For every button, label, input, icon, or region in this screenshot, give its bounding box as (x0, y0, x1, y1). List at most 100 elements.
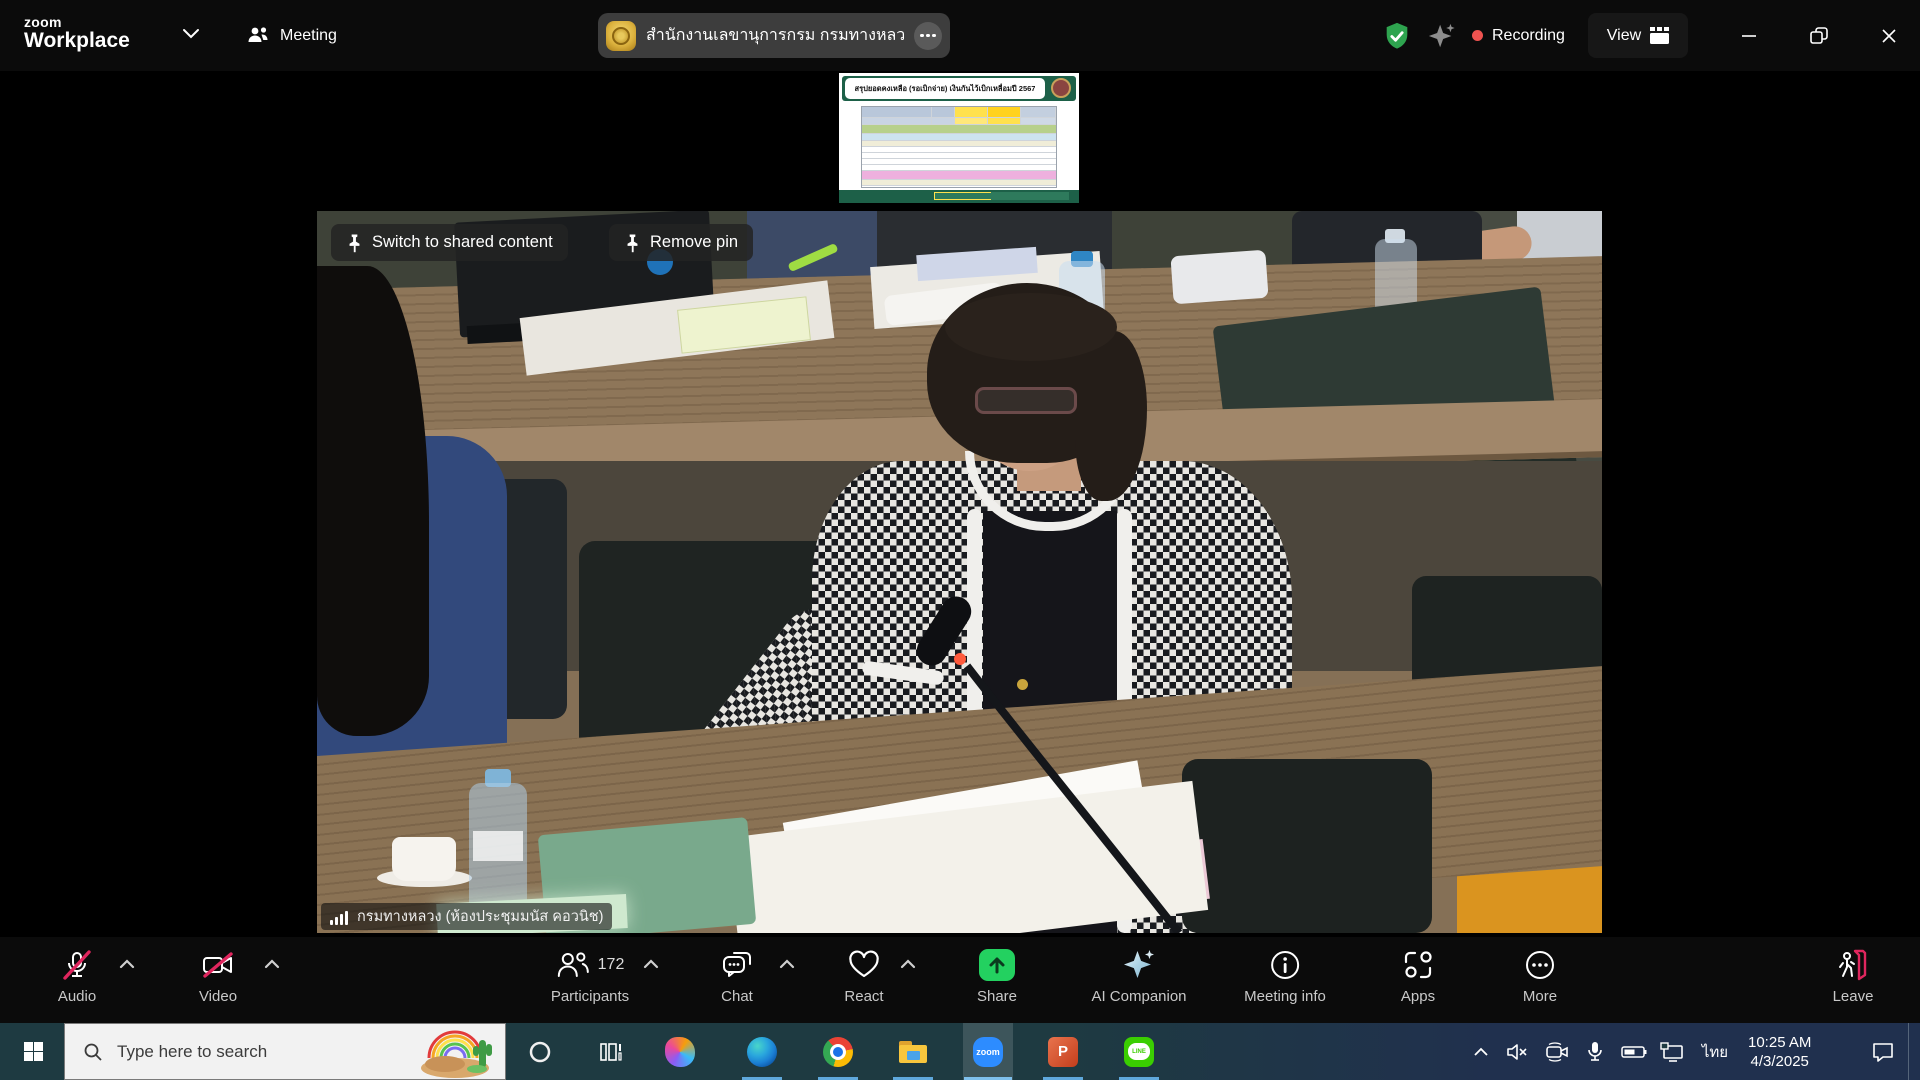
search-icon (83, 1042, 103, 1062)
meeting-tab-label: Meeting (280, 27, 337, 45)
participants-label: Participants (551, 988, 629, 1005)
participant-name-text: กรมทางหลวง (ห้องประชุมมนัส คอวนิช) (357, 905, 603, 928)
video-label: Video (199, 988, 237, 1005)
pin-icon (624, 233, 641, 253)
close-button[interactable] (1866, 0, 1912, 71)
leave-icon (1835, 947, 1871, 983)
participants-icon (556, 950, 590, 980)
slide-footer-chip2 (991, 192, 1069, 200)
share-icon (979, 949, 1015, 981)
meeting-info-label: Meeting info (1244, 988, 1326, 1005)
audio-label: Audio (58, 988, 96, 1005)
taskbar-powerpoint-icon[interactable]: P (1038, 1023, 1088, 1080)
info-icon (1269, 947, 1301, 983)
camera-off-icon (201, 947, 235, 983)
leave-button[interactable]: Leave (1823, 947, 1883, 1005)
taskbar-explorer-icon[interactable] (888, 1023, 938, 1080)
microphone (317, 211, 1602, 933)
switch-to-shared-content-button[interactable]: Switch to shared content (331, 224, 568, 261)
slide-title: สรุปยอดคงเหลือ (รอเบิกจ่าย) เงินกันไว้เบ… (855, 83, 1036, 95)
tray-network-icon[interactable] (1652, 1023, 1692, 1080)
tray-date: 4/3/2025 (1751, 1052, 1809, 1071)
shared-content-more-button[interactable] (914, 22, 942, 50)
ai-sparkle-icon[interactable] (1427, 21, 1457, 51)
share-button[interactable]: Share (967, 947, 1027, 1005)
remove-pin-label: Remove pin (650, 233, 738, 252)
search-input[interactable] (115, 1041, 415, 1063)
view-label: View (1607, 27, 1641, 45)
audio-button[interactable]: Audio (47, 947, 107, 1005)
more-button[interactable]: More (1510, 947, 1570, 1005)
cortana-button[interactable] (515, 1023, 565, 1080)
tray-volume-muted-icon[interactable] (1498, 1023, 1536, 1080)
participants-button[interactable]: 172 Participants (551, 947, 629, 1005)
windows-taskbar: zoom P LINE (0, 1023, 1920, 1080)
switch-to-shared-content-label: Switch to shared content (372, 233, 553, 252)
search-daily-image[interactable] (415, 1024, 503, 1079)
taskbar-line-icon[interactable]: LINE (1114, 1023, 1164, 1080)
minimize-button[interactable] (1726, 0, 1772, 71)
shared-content-title: สำนักงานเลขานุการกรม กรมทางหลวง (646, 23, 904, 48)
tray-battery-icon[interactable] (1614, 1023, 1654, 1080)
remove-pin-button[interactable]: Remove pin (609, 224, 753, 261)
share-label: Share (977, 988, 1017, 1005)
more-icon (1524, 947, 1556, 983)
react-button[interactable]: React (834, 947, 894, 1005)
tray-clock[interactable]: 10:25 AM 4/3/2025 (1748, 1023, 1811, 1080)
chat-label: Chat (721, 988, 753, 1005)
shared-content-thumbnail[interactable]: สรุปยอดคงเหลือ (รอเบิกจ่าย) เงินกันไว้เบ… (839, 73, 1079, 203)
logo-workplace: Workplace (24, 29, 130, 52)
start-button[interactable] (8, 1023, 58, 1080)
taskbar-edge-icon[interactable] (737, 1023, 787, 1080)
tray-language-indicator[interactable]: ไทย (1692, 1023, 1738, 1080)
zoom-titlebar: zoom Workplace Meeting สำนักงานเลขานุการ… (0, 0, 1920, 71)
react-label: React (844, 988, 883, 1005)
signal-bars-icon (330, 909, 350, 925)
participant-name-label: กรมทางหลวง (ห้องประชุมมนัส คอวนิช) (321, 903, 612, 930)
react-options-chevron[interactable] (900, 959, 916, 969)
video-options-chevron[interactable] (264, 959, 280, 969)
taskbar-search[interactable] (64, 1023, 506, 1080)
department-seal-icon (1051, 78, 1071, 98)
ai-companion-label: AI Companion (1091, 988, 1186, 1005)
taskbar-zoom-icon[interactable]: zoom (963, 1023, 1013, 1080)
ai-companion-button[interactable]: AI Companion (1091, 947, 1186, 1005)
pin-icon (346, 233, 363, 253)
slide-footer-chip (934, 192, 992, 200)
slide-title-box: สรุปยอดคงเหลือ (รอเบิกจ่าย) เงินกันไว้เบ… (845, 78, 1045, 99)
meeting-info-button[interactable]: Meeting info (1244, 947, 1326, 1005)
logo-zoom: zoom (24, 15, 130, 29)
action-center-button[interactable] (1860, 1023, 1906, 1080)
slide-table (861, 106, 1057, 188)
ai-companion-icon (1122, 947, 1156, 983)
view-button[interactable]: View (1588, 13, 1688, 58)
workspace-chevron-down-icon[interactable] (182, 28, 200, 40)
restore-button[interactable] (1796, 0, 1842, 71)
participants-options-chevron[interactable] (643, 959, 659, 969)
pinned-video-feed[interactable]: Switch to shared content Remove pin กรมท… (317, 211, 1602, 933)
chat-button[interactable]: Chat (707, 947, 767, 1005)
apps-label: Apps (1401, 988, 1435, 1005)
shared-content-pill[interactable]: สำนักงานเลขานุการกรม กรมทางหลวง (598, 13, 950, 58)
recording-indicator[interactable]: Recording (1472, 0, 1565, 71)
more-label: More (1523, 988, 1557, 1005)
chat-options-chevron[interactable] (779, 959, 795, 969)
video-button[interactable]: Video (188, 947, 248, 1005)
apps-icon (1402, 947, 1434, 983)
task-view-button[interactable] (586, 1023, 636, 1080)
participants-count: 172 (598, 956, 625, 974)
tray-hidden-icons-chevron[interactable] (1460, 1023, 1502, 1080)
leave-label: Leave (1833, 988, 1874, 1005)
meeting-people-icon (246, 25, 270, 47)
taskbar-chrome-icon[interactable] (813, 1023, 863, 1080)
tab-meeting[interactable]: Meeting (246, 0, 337, 71)
show-desktop-divider[interactable] (1908, 1023, 1909, 1080)
heart-icon (847, 947, 881, 983)
tray-camera-icon[interactable] (1538, 1023, 1576, 1080)
tray-microphone-icon[interactable] (1576, 1023, 1614, 1080)
apps-button[interactable]: Apps (1388, 947, 1448, 1005)
audio-options-chevron[interactable] (119, 959, 135, 969)
view-grid-icon (1650, 27, 1669, 44)
taskbar-copilot-icon[interactable] (655, 1023, 705, 1080)
security-shield-icon[interactable] (1382, 21, 1412, 51)
